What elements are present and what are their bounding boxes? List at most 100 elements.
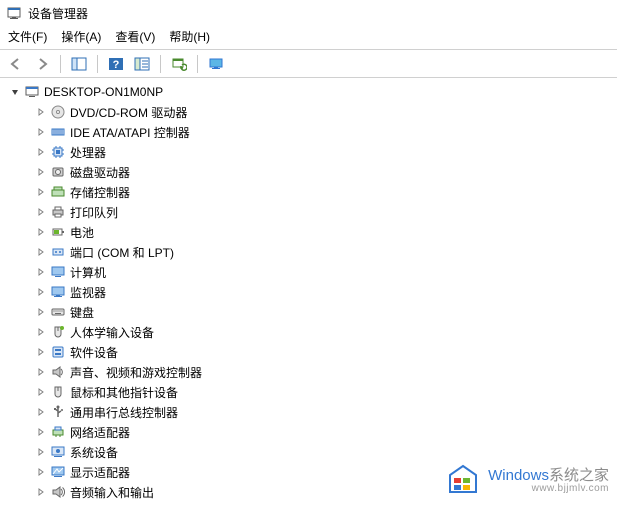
- tree-root-node[interactable]: DESKTOP-ON1M0NP: [2, 82, 615, 102]
- expand-icon[interactable]: [34, 365, 48, 379]
- menu-help[interactable]: 帮助(H): [169, 28, 210, 45]
- tree-category-node[interactable]: 显示适配器: [2, 462, 615, 482]
- window-title: 设备管理器: [28, 5, 88, 22]
- tree-category-node[interactable]: 键盘: [2, 302, 615, 322]
- monitor-button[interactable]: [205, 54, 227, 74]
- tree-category-node[interactable]: 音频输入和输出: [2, 482, 615, 502]
- tree-category-node[interactable]: 通用串行总线控制器: [2, 402, 615, 422]
- expand-icon[interactable]: [34, 425, 48, 439]
- category-label: 处理器: [70, 144, 106, 161]
- tree-category-node[interactable]: 处理器: [2, 142, 615, 162]
- expand-icon[interactable]: [34, 265, 48, 279]
- expand-icon[interactable]: [34, 225, 48, 239]
- category-label: 打印队列: [70, 204, 118, 221]
- hid-icon: [50, 324, 66, 340]
- disk-icon: [50, 164, 66, 180]
- category-label: 系统设备: [70, 444, 118, 461]
- computer-icon: [24, 84, 40, 100]
- tree-category-node[interactable]: 存储控制器: [2, 182, 615, 202]
- expand-icon[interactable]: [34, 405, 48, 419]
- tree-category-node[interactable]: 鼠标和其他指针设备: [2, 382, 615, 402]
- forward-button[interactable]: [31, 54, 53, 74]
- system-icon: [50, 444, 66, 460]
- category-label: 鼠标和其他指针设备: [70, 384, 178, 401]
- expand-icon[interactable]: [34, 465, 48, 479]
- expand-icon[interactable]: [34, 145, 48, 159]
- tree-category-node[interactable]: 计算机: [2, 262, 615, 282]
- category-label: 显示适配器: [70, 464, 130, 481]
- category-label: 人体学输入设备: [70, 324, 154, 341]
- category-label: 存储控制器: [70, 184, 130, 201]
- tree-category-node[interactable]: 监视器: [2, 282, 615, 302]
- menubar: 文件(F) 操作(A) 查看(V) 帮助(H): [0, 26, 617, 50]
- category-label: 电池: [70, 224, 94, 241]
- expand-icon[interactable]: [34, 305, 48, 319]
- monitor-icon: [50, 284, 66, 300]
- expand-icon[interactable]: [34, 165, 48, 179]
- category-label: 通用串行总线控制器: [70, 404, 178, 421]
- titlebar: 设备管理器: [0, 0, 617, 26]
- help-button[interactable]: ?: [105, 54, 127, 74]
- tree-category-node[interactable]: 磁盘驱动器: [2, 162, 615, 182]
- tree-category-node[interactable]: 端口 (COM 和 LPT): [2, 242, 615, 262]
- software-icon: [50, 344, 66, 360]
- ide-icon: [50, 124, 66, 140]
- category-label: 音频输入和输出: [70, 484, 154, 501]
- expand-icon[interactable]: [34, 185, 48, 199]
- tree-category-node[interactable]: 人体学输入设备: [2, 322, 615, 342]
- category-label: 计算机: [70, 264, 106, 281]
- category-label: 监视器: [70, 284, 106, 301]
- tree-category-node[interactable]: 软件设备: [2, 342, 615, 362]
- tree-category-node[interactable]: DVD/CD-ROM 驱动器: [2, 102, 615, 122]
- scan-hardware-button[interactable]: [168, 54, 190, 74]
- port-icon: [50, 244, 66, 260]
- properties-button[interactable]: [131, 54, 153, 74]
- toolbar: ?: [0, 50, 617, 78]
- category-label: 磁盘驱动器: [70, 164, 130, 181]
- tree-category-node[interactable]: 电池: [2, 222, 615, 242]
- expand-icon[interactable]: [34, 105, 48, 119]
- expand-icon[interactable]: [34, 445, 48, 459]
- expand-icon[interactable]: [34, 345, 48, 359]
- device-tree[interactable]: DESKTOP-ON1M0NP DVD/CD-ROM 驱动器IDE ATA/AT…: [0, 78, 617, 509]
- network-icon: [50, 424, 66, 440]
- show-hide-tree-button[interactable]: [68, 54, 90, 74]
- category-label: 端口 (COM 和 LPT): [70, 244, 174, 261]
- tree-category-node[interactable]: IDE ATA/ATAPI 控制器: [2, 122, 615, 142]
- svg-text:?: ?: [113, 59, 120, 71]
- tree-category-node[interactable]: 网络适配器: [2, 422, 615, 442]
- expand-icon[interactable]: [34, 285, 48, 299]
- category-label: 声音、视频和游戏控制器: [70, 364, 202, 381]
- menu-action[interactable]: 操作(A): [61, 28, 101, 45]
- collapse-icon[interactable]: [8, 85, 22, 99]
- tree-category-node[interactable]: 声音、视频和游戏控制器: [2, 362, 615, 382]
- toolbar-separator: [97, 55, 98, 73]
- storage-icon: [50, 184, 66, 200]
- category-label: 网络适配器: [70, 424, 130, 441]
- expand-icon[interactable]: [34, 125, 48, 139]
- keyboard-icon: [50, 304, 66, 320]
- tree-category-node[interactable]: 打印队列: [2, 202, 615, 222]
- audio-io-icon: [50, 484, 66, 500]
- tree-category-node[interactable]: 系统设备: [2, 442, 615, 462]
- app-icon: [6, 5, 22, 21]
- usb-icon: [50, 404, 66, 420]
- expand-icon[interactable]: [34, 205, 48, 219]
- back-button[interactable]: [5, 54, 27, 74]
- expand-icon[interactable]: [34, 485, 48, 499]
- category-label: 软件设备: [70, 344, 118, 361]
- menu-view[interactable]: 查看(V): [115, 28, 155, 45]
- sound-icon: [50, 364, 66, 380]
- expand-icon[interactable]: [34, 385, 48, 399]
- expand-icon[interactable]: [34, 245, 48, 259]
- category-label: 键盘: [70, 304, 94, 321]
- toolbar-separator: [197, 55, 198, 73]
- menu-file[interactable]: 文件(F): [8, 28, 47, 45]
- expand-icon[interactable]: [34, 325, 48, 339]
- computer-icon: [50, 264, 66, 280]
- disc-icon: [50, 104, 66, 120]
- mouse-icon: [50, 384, 66, 400]
- printer-icon: [50, 204, 66, 220]
- display-icon: [50, 464, 66, 480]
- category-label: DVD/CD-ROM 驱动器: [70, 104, 187, 121]
